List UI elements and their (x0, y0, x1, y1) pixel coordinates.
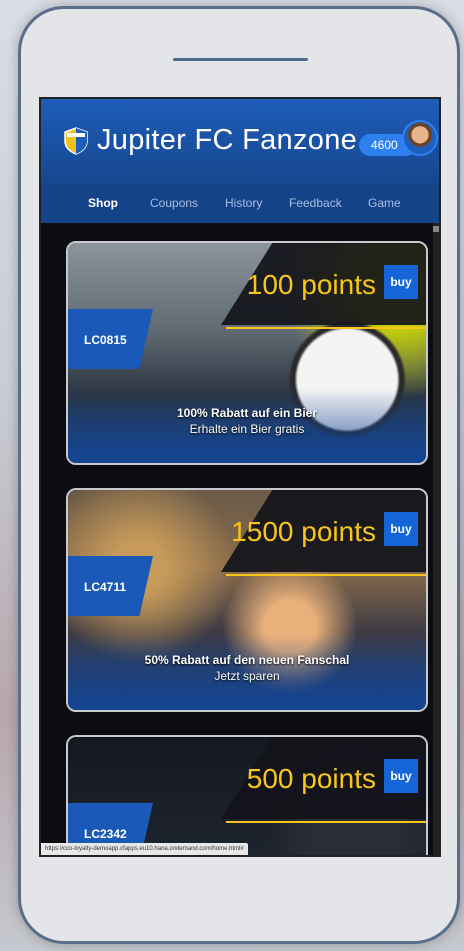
tab-coupons[interactable]: Coupons (150, 196, 198, 210)
nav-tabs: Shop Coupons History Feedback Game (41, 183, 439, 223)
tab-game[interactable]: Game (368, 196, 401, 210)
scrollbar[interactable] (433, 223, 439, 855)
scrollbar-thumb[interactable] (433, 226, 439, 232)
tab-history[interactable]: History (225, 196, 262, 210)
coupon-code: LC2342 (84, 827, 127, 841)
phone-frame: Jupiter FC Fanzone 4600 Shop Coupons His… (18, 6, 460, 944)
offer-subtitle: Erhalte ein Bier gratis (189, 422, 305, 436)
offer-card[interactable]: 1500 points buy LC4711 50% Rabatt auf de… (66, 488, 428, 712)
offer-card[interactable]: 500 points buy LC2342 (66, 735, 428, 855)
coupon-code-tag: LC0815 (68, 309, 153, 369)
offer-title: 50% Rabatt auf den neuen Fanschal (144, 653, 350, 667)
app-screen: Jupiter FC Fanzone 4600 Shop Coupons His… (39, 97, 441, 857)
offer-price: 1500 points (231, 516, 376, 547)
coupon-code: LC0815 (84, 333, 127, 347)
phone-speaker (173, 58, 308, 61)
offer-price: 100 points (246, 269, 376, 300)
app-header: Jupiter FC Fanzone 4600 (41, 99, 439, 183)
user-avatar[interactable] (402, 120, 438, 156)
tab-feedback[interactable]: Feedback (289, 196, 342, 210)
offer-price: 500 points (246, 763, 376, 794)
coupon-code-tag: LC4711 (68, 556, 153, 616)
offer-list[interactable]: 100 points buy LC0815 100% Rabatt auf ei… (41, 223, 439, 855)
offer-description: 100% Rabatt auf ein Bier Erhalte ein Bie… (68, 405, 426, 437)
offer-card[interactable]: 100 points buy LC0815 100% Rabatt auf ei… (66, 241, 428, 465)
tab-shop[interactable]: Shop (88, 196, 118, 210)
offer-description: 50% Rabatt auf den neuen Fanschal Jetzt … (68, 652, 426, 684)
buy-button[interactable]: buy (384, 759, 418, 793)
app-title: Jupiter FC Fanzone (97, 124, 358, 156)
coupon-code: LC4711 (84, 580, 127, 594)
offer-title: 100% Rabatt auf ein Bier (176, 406, 318, 420)
buy-button[interactable]: buy (384, 512, 418, 546)
status-bar-url: https://cco-loyalty-demoapp.cfapps.eu10.… (41, 843, 248, 855)
buy-button[interactable]: buy (384, 265, 418, 299)
club-shield-logo-icon (64, 127, 88, 155)
offer-subtitle: Jetzt sparen (214, 669, 280, 683)
